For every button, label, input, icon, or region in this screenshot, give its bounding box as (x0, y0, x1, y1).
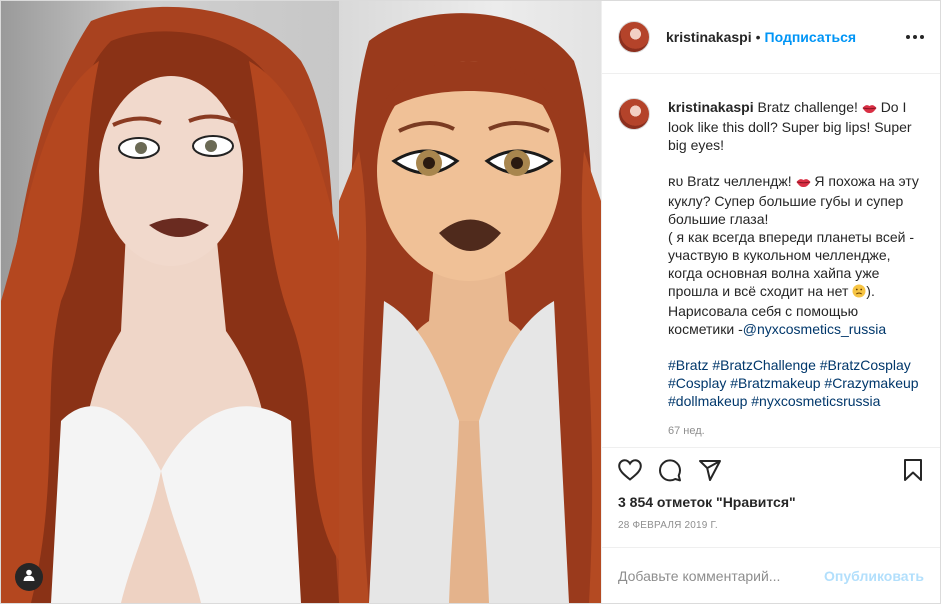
mention-link[interactable]: @nyxcosmetics_russia (743, 321, 886, 337)
lips-emoji (796, 174, 811, 192)
ru-text1: Bratz челлендж! (687, 173, 792, 189)
post-date[interactable]: 28 февраля 2019 г. (618, 520, 924, 531)
ru-text3-end: ). (866, 283, 875, 299)
add-comment-form: Опубликовать (602, 547, 940, 603)
caption-username[interactable]: kristinakaspi (668, 99, 754, 115)
user-icon (23, 568, 35, 586)
comment-icon (658, 458, 682, 487)
post-side-panel: kristinakaspi • Подписаться kristinakasp… (601, 1, 940, 603)
post-photo[interactable] (1, 1, 601, 603)
more-options-icon[interactable] (906, 29, 924, 45)
slightly-frowning-face-emoji (852, 284, 866, 302)
avatar[interactable] (618, 21, 650, 53)
action-bar (618, 448, 924, 492)
actions-area: 3 854 отметок "Нравится" 28 февраля 2019… (602, 447, 940, 547)
caption-row: kristinakaspi Bratz challenge! Do I look… (618, 98, 924, 440)
caption-time[interactable]: 67 нед. (668, 422, 920, 440)
caption-avatar[interactable] (618, 98, 650, 130)
post-comment-button[interactable]: Опубликовать (824, 568, 924, 584)
save-button[interactable] (884, 452, 924, 492)
like-button[interactable] (618, 452, 658, 492)
heart-icon (618, 458, 642, 486)
header-separator: • (755, 29, 761, 45)
tagged-users-button[interactable] (15, 563, 43, 591)
photo-person (1, 1, 339, 603)
caption-text: kristinakaspi Bratz challenge! Do I look… (668, 98, 920, 440)
comments-section: kristinakaspi Bratz challenge! Do I look… (602, 74, 940, 447)
instagram-post: kristinakaspi • Подписаться kristinakasp… (0, 0, 941, 604)
paper-plane-icon (698, 458, 722, 487)
ru-text3: ( я как всегда впереди планеты всей - уч… (668, 229, 914, 299)
caption-line1: Bratz challenge! (757, 99, 858, 115)
ru-prefix: ʀᴜ (668, 173, 684, 189)
likes-count[interactable]: 3 854 отметок "Нравится" (618, 494, 924, 510)
lips-emoji (862, 100, 877, 118)
bookmark-icon (902, 458, 924, 487)
post-header: kristinakaspi • Подписаться (602, 1, 940, 74)
share-button[interactable] (698, 452, 738, 492)
hashtags[interactable]: #Bratz #BratzChallenge #BratzCosplay #Co… (668, 356, 920, 410)
photo-doll (339, 1, 601, 603)
comment-input[interactable] (618, 567, 825, 584)
follow-button[interactable]: Подписаться (765, 29, 857, 45)
comment-button[interactable] (658, 452, 698, 492)
header-username[interactable]: kristinakaspi (666, 29, 752, 45)
